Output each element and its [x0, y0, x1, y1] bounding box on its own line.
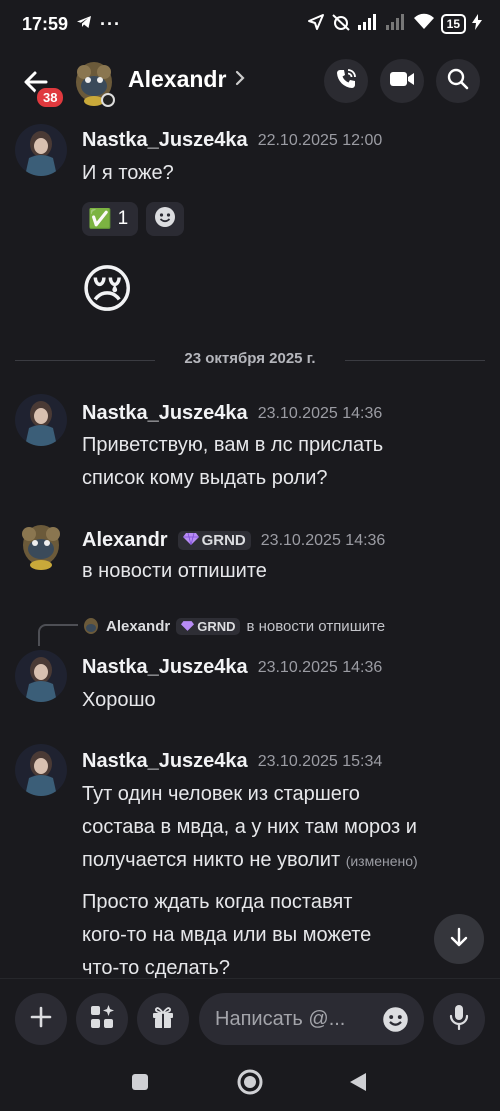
message-line: Тут один человек из старшего	[82, 783, 360, 805]
channel-title[interactable]: Alexandr	[128, 66, 246, 93]
avatar[interactable]	[68, 56, 120, 108]
search-icon	[447, 68, 469, 95]
reaction-button[interactable]: ✅ 1	[82, 202, 138, 236]
more-notifications-icon: ···	[100, 14, 122, 34]
message-input-container[interactable]	[199, 993, 424, 1045]
home-button[interactable]	[232, 1066, 268, 1102]
timestamp: 23.10.2025 15:34	[257, 752, 383, 770]
unread-badge: 38	[34, 85, 67, 110]
avatar[interactable]	[15, 519, 67, 571]
reply-reference[interactable]: Alexandr GRND в новости отпишите	[82, 617, 385, 635]
smiley-icon	[154, 206, 176, 233]
message-line: Хорошо	[82, 689, 156, 711]
gem-icon	[181, 619, 195, 634]
avatar[interactable]	[15, 744, 67, 796]
gift-icon	[150, 1004, 176, 1035]
home-circle-icon	[237, 1069, 263, 1100]
add-attachment-button[interactable]	[15, 993, 67, 1045]
battery-level: 15	[440, 13, 466, 34]
author-name[interactable]: Nastka_Jusze4ka	[82, 656, 248, 679]
avatar[interactable]	[15, 650, 67, 702]
signal-icon	[357, 14, 379, 33]
chevron-right-icon	[234, 66, 246, 93]
charging-icon	[472, 14, 482, 33]
phone-icon	[334, 67, 358, 96]
triangle-back-icon	[348, 1072, 368, 1097]
message-text: Тут один человек из старшего состава в м…	[82, 778, 492, 878]
timestamp: 23.10.2025 14:36	[257, 658, 383, 676]
avatar[interactable]	[15, 394, 67, 446]
message-list[interactable]: Nastka_Jusze4ka 22.10.2025 12:00 И я тож…	[0, 112, 500, 978]
apps-sparkle-icon	[89, 1004, 115, 1035]
message-line: получается никто не уволит (изменено)	[82, 849, 418, 871]
message-line: Просто ждать когда поставят	[82, 891, 353, 913]
reply-connector	[38, 624, 78, 646]
apps-button[interactable]	[76, 993, 128, 1045]
back-nav-button[interactable]	[340, 1066, 376, 1102]
status-time: 17:59	[22, 14, 69, 34]
author-name[interactable]: Alexandr	[82, 529, 168, 552]
big-emoji: 😢	[80, 261, 135, 319]
add-reaction-button[interactable]	[146, 202, 184, 236]
arrow-down-icon	[447, 925, 471, 954]
status-bar: 17:59 ··· 15	[0, 0, 500, 52]
message-line: в новости отпишите	[82, 560, 267, 582]
author-name[interactable]: Nastka_Jusze4ka	[82, 750, 248, 773]
date-divider: 23 октября 2025 г.	[15, 350, 485, 370]
message-text: Просто ждать когда поставят кого-то на м…	[82, 886, 492, 978]
message-line: кого-то на мвда или вы можете	[82, 924, 372, 946]
guild-tag-label: GRND	[201, 532, 246, 549]
microphone-icon	[448, 1004, 470, 1035]
date-divider-label: 23 октября 2025 г.	[184, 350, 316, 367]
timestamp: 22.10.2025 12:00	[257, 131, 383, 149]
call-button[interactable]	[324, 59, 368, 103]
gift-button[interactable]	[137, 993, 189, 1045]
signal-2-icon	[385, 14, 407, 33]
message-text: в новости отпишите	[82, 555, 492, 588]
gem-icon	[182, 532, 199, 549]
message-composer	[0, 978, 500, 1054]
wifi-icon	[413, 13, 435, 34]
channel-header: 38 Alexandr	[0, 52, 500, 112]
square-icon	[131, 1073, 149, 1096]
voice-message-button[interactable]	[433, 993, 485, 1045]
jump-to-bottom-button[interactable]	[434, 914, 484, 964]
video-call-button[interactable]	[380, 59, 424, 103]
reaction-count: 1	[117, 208, 129, 229]
page-title: Alexandr	[128, 66, 227, 92]
reply-text: в новости отпишите	[246, 617, 386, 635]
message-line: что-то сделать?	[82, 957, 230, 978]
timestamp: 23.10.2025 14:36	[260, 531, 386, 549]
message-line: И я тоже?	[82, 162, 174, 184]
guild-tag[interactable]: GRND	[177, 531, 251, 550]
guild-tag: GRND	[176, 617, 241, 635]
location-icon	[307, 13, 325, 34]
message-line: Приветствую, вам в лс прислать	[82, 434, 384, 456]
check-mark-emoji: ✅	[88, 209, 112, 230]
message-text: Хорошо	[82, 684, 492, 717]
smiley-icon[interactable]	[382, 1006, 409, 1038]
author-name[interactable]: Nastka_Jusze4ka	[82, 402, 248, 425]
message-input[interactable]	[215, 993, 375, 1045]
message-text: И я тоже?	[82, 157, 492, 190]
reply-author: Alexandr	[106, 617, 171, 635]
avatar	[84, 618, 98, 634]
plus-icon	[29, 1005, 53, 1034]
alarm-off-icon	[331, 13, 351, 34]
timestamp: 23.10.2025 14:36	[257, 404, 383, 422]
video-camera-icon	[389, 68, 415, 95]
message-line: состава в мвда, а у них там мороз и	[82, 816, 417, 838]
author-name[interactable]: Nastka_Jusze4ka	[82, 129, 248, 152]
message-text: Приветствую, вам в лс прислать список ко…	[82, 429, 492, 495]
system-navigation-bar	[0, 1054, 500, 1111]
message-line: список кому выдать роли?	[82, 467, 328, 489]
search-button[interactable]	[436, 59, 480, 103]
guild-tag-label: GRND	[197, 618, 236, 634]
edited-label: (изменено)	[345, 853, 418, 869]
recents-button[interactable]	[122, 1066, 158, 1102]
telegram-icon	[76, 14, 92, 35]
avatar[interactable]	[15, 124, 67, 176]
